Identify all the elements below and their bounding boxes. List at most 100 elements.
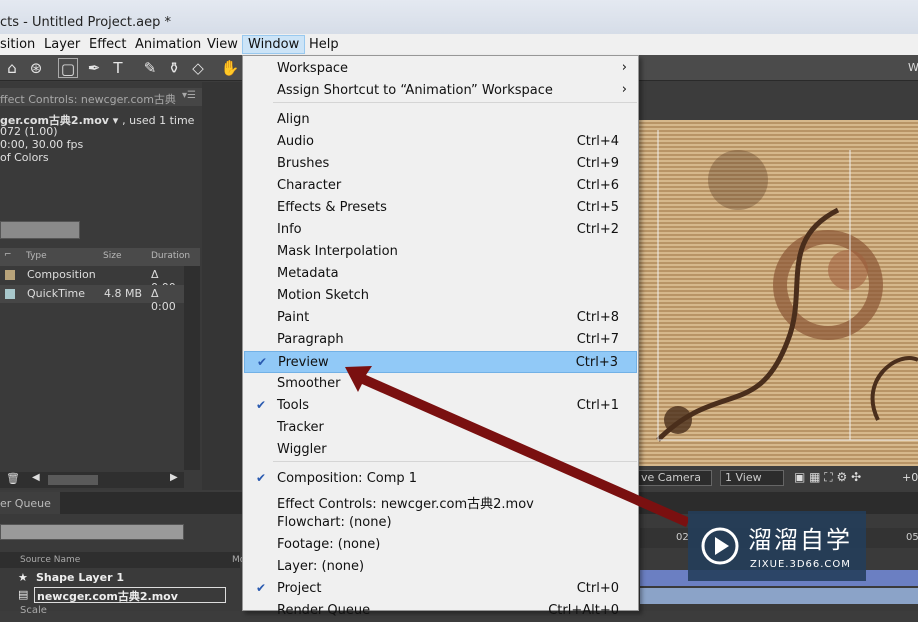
type-tool-icon[interactable]: T [108, 58, 128, 78]
vertical-scrollbar[interactable] [184, 266, 200, 470]
footage-info-1: 072 (1.00) [0, 125, 58, 138]
footage-info-3: of Colors [0, 151, 49, 164]
clone-stamp-icon[interactable]: ⚱ [164, 58, 184, 78]
composition-viewer[interactable] [638, 120, 918, 466]
menu-item-label: Smoother [277, 376, 341, 391]
menu-help[interactable]: Help [309, 37, 339, 52]
menu-separator [273, 461, 637, 462]
pan-behind-icon[interactable]: ⊛ [26, 58, 46, 78]
menu-item-workspace[interactable]: Workspace › [244, 58, 637, 80]
project-row[interactable]: Composition Δ 0:00 [0, 266, 184, 294]
rectangle-tool-icon[interactable]: ▢ [58, 58, 78, 78]
panel-menu-icon[interactable]: ▾☰ [182, 90, 196, 101]
render-queue-tab[interactable]: er Queue [0, 492, 60, 514]
watermark-subtitle: ZIXUE.3D66.COM [750, 559, 851, 570]
menu-item-shortcut: Ctrl+6 [576, 178, 619, 193]
menu-item-paragraph[interactable]: Paragraph Ctrl+7 [244, 329, 637, 351]
menu-item-label: Composition: Comp 1 [277, 471, 418, 486]
menu-item-smoother[interactable]: Smoother [244, 373, 637, 395]
menu-item-mask-interpolation[interactable]: Mask Interpolation [244, 241, 637, 263]
brush-tool-icon[interactable]: ✎ [140, 58, 160, 78]
column-source-name[interactable]: Source Name [20, 555, 80, 565]
menu-item-label: Motion Sketch [277, 288, 370, 303]
menu-item-shortcut: Ctrl+7 [576, 332, 619, 347]
play-logo-icon [701, 527, 739, 565]
puppet-tool-icon[interactable]: ✋ [220, 58, 240, 78]
column-size[interactable]: Size [103, 251, 121, 261]
camera-orbit-icon[interactable]: ⌂ [2, 58, 22, 78]
pen-tool-icon[interactable]: ✒ [84, 58, 104, 78]
menu-item-label: Mask Interpolation [277, 244, 398, 259]
menu-effect[interactable]: Effect [89, 37, 126, 52]
menu-item-paint[interactable]: Paint Ctrl+8 [244, 307, 637, 329]
timeline-column-header: Source Name Mo [0, 552, 245, 568]
effect-controls-tab[interactable]: ffect Controls: newcger.com古典 ▾☰ [0, 88, 202, 106]
menu-item-shortcut: Ctrl+5 [576, 200, 619, 215]
menu-window[interactable]: Window [242, 35, 306, 54]
menu-item-preview[interactable]: ✔ Preview Ctrl+3 [244, 351, 637, 373]
viewer-icon-buttons[interactable]: ▣ ▦ ⛶ ⚙ ✣ [794, 470, 861, 485]
menu-item-tracker[interactable]: Tracker [244, 417, 637, 439]
layer-duration-bar[interactable] [640, 588, 918, 604]
window-title: cts - Untitled Project.aep * [0, 15, 171, 30]
menu-item-composition-comp-1[interactable]: ✔ Composition: Comp 1 [244, 468, 637, 490]
dropdown-icon[interactable]: ▾ [113, 114, 119, 127]
timeline-layer-row[interactable]: ★ Shape Layer 1 [0, 569, 240, 587]
menu-item-render-queue[interactable]: Render Queue Ctrl+Alt+0 [244, 600, 637, 622]
menu-item-effects-presets[interactable]: Effects & Presets Ctrl+5 [244, 197, 637, 219]
scroll-right-icon[interactable]: ▶ [170, 472, 178, 483]
timeline-layer-row[interactable]: ▤ newcger.com古典2.mov [0, 586, 240, 604]
footage-info-2: 0:00, 30.00 fps [0, 138, 84, 151]
menu-view[interactable]: View [207, 37, 238, 52]
menu-item-label: Paragraph [277, 332, 344, 347]
column-type[interactable]: Type [26, 251, 47, 261]
menu-item-shortcut: Ctrl+2 [576, 222, 619, 237]
menu-item-wiggler[interactable]: Wiggler [244, 439, 637, 461]
menu-item-brushes[interactable]: Brushes Ctrl+9 [244, 153, 637, 175]
menu-item-align[interactable]: Align [244, 109, 637, 131]
trash-icon[interactable]: 🗑 [6, 472, 20, 485]
menu-item-character[interactable]: Character Ctrl+6 [244, 175, 637, 197]
active-camera-dropdown[interactable]: ve Camera [638, 470, 712, 486]
column-duration[interactable]: Duration [151, 251, 190, 261]
exposure-value[interactable]: +0 [902, 471, 918, 484]
menu-item-label: Effects & Presets [277, 200, 387, 215]
horizontal-scrollbar[interactable]: 🗑 ◀ ▶ [0, 472, 184, 488]
menu-item-audio[interactable]: Audio Ctrl+4 [244, 131, 637, 153]
menu-item-project[interactable]: ✔ Project Ctrl+0 [244, 578, 637, 600]
scroll-thumb[interactable] [48, 475, 98, 485]
checkmark-icon: ✔ [256, 355, 268, 369]
menu-layer[interactable]: Layer [44, 37, 80, 52]
menu-item-motion-sketch[interactable]: Motion Sketch [244, 285, 637, 307]
menu-item-label: Audio [277, 134, 314, 149]
watermark-title: 溜溜自学 [748, 526, 852, 554]
project-row[interactable]: QuickTime 4.8 MB Δ 0:00 [0, 285, 184, 313]
search-input[interactable] [0, 221, 80, 239]
menu-item-label: Effect Controls: newcger.com古典2.mov [277, 497, 534, 512]
menu-item-flowchart-none[interactable]: Flowchart: (none) [244, 512, 637, 534]
eraser-tool-icon[interactable]: ◇ [188, 58, 208, 78]
shape-star-icon: ★ [18, 571, 28, 584]
timeline-search-input[interactable] [0, 524, 184, 540]
menu-item-info[interactable]: Info Ctrl+2 [244, 219, 637, 241]
menu-item-label: Paint [277, 310, 310, 325]
menu-item-tools[interactable]: ✔ Tools Ctrl+1 [244, 395, 637, 417]
menu-item-shortcut: Ctrl+8 [576, 310, 619, 325]
menu-item-label: Character [277, 178, 342, 193]
menu-composition[interactable]: sition [0, 37, 35, 52]
checkmark-icon: ✔ [255, 471, 267, 485]
menu-item-footage-none[interactable]: Footage: (none) [244, 534, 637, 556]
menu-item-label: Align [277, 112, 310, 127]
menu-item-layer-none[interactable]: Layer: (none) [244, 556, 637, 578]
menu-item-metadata[interactable]: Metadata [244, 263, 637, 285]
menu-item-label: Tools [277, 398, 310, 413]
scroll-left-icon[interactable]: ◀ [32, 472, 40, 483]
label-color-swatch [5, 270, 15, 280]
menu-animation[interactable]: Animation [135, 37, 201, 52]
menu-item-assign-shortcut-to-animation-workspace[interactable]: Assign Shortcut to “Animation” Workspace… [244, 80, 637, 102]
label-tag-icon: ⌐ [4, 250, 12, 260]
menu-item-shortcut: Ctrl+3 [575, 355, 618, 370]
view-layout-dropdown[interactable]: 1 View [720, 470, 784, 486]
menu-item-effect-controls-newcger-com-2-mov[interactable]: Effect Controls: newcger.com古典2.mov [244, 490, 637, 512]
menu-item-label: Assign Shortcut to “Animation” Workspace [277, 83, 553, 98]
